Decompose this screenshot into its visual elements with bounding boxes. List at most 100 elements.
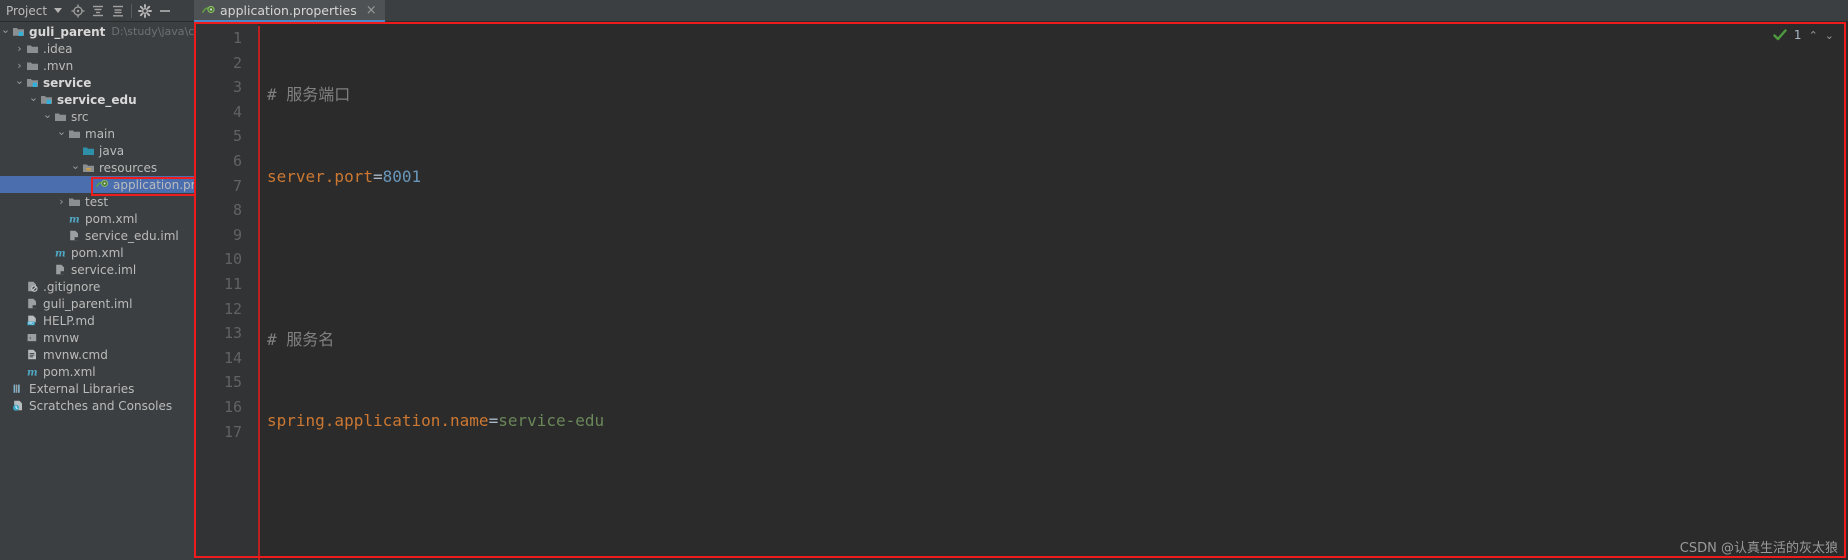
tree-row[interactable]: service.iml xyxy=(0,261,194,278)
tree-row-label: guli_parent xyxy=(29,24,106,39)
line-number: 9 xyxy=(232,225,242,244)
tree-row-label: HELP.md xyxy=(43,313,95,328)
module-icon xyxy=(11,25,26,38)
tree-row[interactable]: ⌄ main xyxy=(0,125,194,142)
tree-row[interactable]: ⌄ guli_parent D:\study\java\code\proj xyxy=(0,23,194,40)
chevron-right-icon[interactable]: › xyxy=(56,195,67,208)
chevron-up-icon[interactable]: ⌃ xyxy=(1809,29,1818,42)
chevron-down-icon[interactable] xyxy=(54,8,63,13)
expand-all-icon[interactable] xyxy=(88,1,108,21)
resources-folder-icon xyxy=(81,161,96,174)
chevron-right-icon[interactable]: › xyxy=(14,42,25,55)
tree-row-label: service.iml xyxy=(71,262,137,277)
tree-row-label: src xyxy=(71,109,89,124)
close-icon[interactable]: × xyxy=(366,4,377,17)
tree-row-selected[interactable]: application.properties xyxy=(0,176,194,193)
folder-icon xyxy=(25,59,40,72)
property-value: service-edu xyxy=(498,411,605,431)
tab-application-properties[interactable]: application.properties × xyxy=(194,0,385,22)
settings-gear-icon[interactable] xyxy=(135,1,155,21)
chevron-down-icon[interactable]: ⌄ xyxy=(1825,29,1834,42)
code-editor[interactable]: 1 2 3 4 5 6 7 8 9 10 11 12 13 14 15 16 17 # 服务端口 server.… xyxy=(194,22,1848,560)
cmd-file-icon xyxy=(25,348,40,361)
tree-row-label: .idea xyxy=(43,41,73,56)
tree-row[interactable]: ⌄ service xyxy=(0,74,194,91)
tree-row-label: pom.xml xyxy=(43,364,96,379)
project-path-hint: D:\study\java\code\proj xyxy=(111,25,194,38)
tree-row[interactable]: › test xyxy=(0,193,194,210)
tree-row[interactable]: › .mvn xyxy=(0,57,194,74)
line-number: 10 xyxy=(223,250,242,269)
property-value: 8001 xyxy=(382,166,422,186)
chevron-right-icon[interactable]: › xyxy=(14,59,25,72)
main-body: ⌄ guli_parent D:\study\java\code\proj › .ide… xyxy=(0,22,1848,560)
line-number-gutter: 1 2 3 4 5 6 7 8 9 10 11 12 13 14 15 16 17 xyxy=(194,22,258,560)
tree-row[interactable]: › .idea xyxy=(0,40,194,57)
chevron-down-icon[interactable]: ⌄ xyxy=(28,91,39,104)
tree-row[interactable]: ⌄ service_edu xyxy=(0,91,194,108)
tree-row[interactable]: service_edu.iml xyxy=(0,227,194,244)
tree-row-label: service_edu.iml xyxy=(85,228,179,243)
tree-row[interactable]: guli_parent.iml xyxy=(0,295,194,312)
tree-row-label: mvnw.cmd xyxy=(43,347,108,362)
tree-row[interactable]: ⌄ src xyxy=(0,108,194,125)
tree-row-label: .gitignore xyxy=(43,279,101,294)
line-number: 5 xyxy=(232,127,242,146)
line-number: 8 xyxy=(232,201,242,220)
project-tree[interactable]: ⌄ guli_parent D:\study\java\code\proj › .ide… xyxy=(0,22,194,560)
tree-row[interactable]: mvnw.cmd xyxy=(0,346,194,363)
tree-row-label: Scratches and Consoles xyxy=(29,398,173,413)
tree-row[interactable]: m pom.xml xyxy=(0,210,194,227)
code-area[interactable]: # 服务端口 server.port=8001 # 服务名 spring.app… xyxy=(258,22,1848,560)
caret-column-marker xyxy=(258,26,260,560)
properties-file-icon xyxy=(95,178,110,191)
chevron-down-icon[interactable]: ⌄ xyxy=(42,108,53,121)
folder-icon xyxy=(53,110,68,123)
collapse-all-icon[interactable] xyxy=(108,1,128,21)
tree-row[interactable]: m pom.xml xyxy=(0,244,194,261)
libraries-icon xyxy=(11,382,26,395)
code-line-1: # 服务端口 xyxy=(267,83,1848,108)
line-number: 16 xyxy=(223,397,242,416)
tree-row-label: resources xyxy=(99,160,158,175)
chevron-down-icon[interactable]: ⌄ xyxy=(70,159,81,172)
tree-row[interactable]: Scratches and Consoles xyxy=(0,397,194,414)
equals-sign: = xyxy=(372,166,383,186)
line-number: 6 xyxy=(232,151,242,170)
chevron-down-icon[interactable]: ⌄ xyxy=(56,125,67,138)
svg-text:m: m xyxy=(55,249,66,260)
source-folder-icon xyxy=(81,144,96,157)
equals-sign: = xyxy=(488,411,499,431)
comment-text: # 服务名 xyxy=(267,329,335,349)
folder-icon xyxy=(25,42,40,55)
tree-row[interactable]: .gitignore xyxy=(0,278,194,295)
tree-row[interactable]: ⌄ resources xyxy=(0,159,194,176)
tree-row[interactable]: m pom.xml xyxy=(0,363,194,380)
tree-row[interactable]: MD HELP.md xyxy=(0,312,194,329)
module-icon xyxy=(25,76,40,89)
tree-row[interactable]: External Libraries xyxy=(0,380,194,397)
line-number: 13 xyxy=(223,324,242,343)
chevron-down-icon[interactable]: ⌄ xyxy=(14,74,25,87)
line-number: 15 xyxy=(223,373,242,392)
svg-text:m: m xyxy=(27,368,38,379)
chevron-down-icon[interactable]: ⌄ xyxy=(0,23,11,36)
editor-tab-strip: application.properties × xyxy=(194,0,1848,22)
watermark-text: CSDN @认真生活的灰太狼 xyxy=(1679,541,1838,556)
line-number: 7 xyxy=(232,176,242,195)
maven-icon: m xyxy=(67,212,82,226)
hide-panel-icon[interactable] xyxy=(155,1,175,21)
tree-row-label: main xyxy=(85,126,115,141)
tree-row[interactable]: › mvnw xyxy=(0,329,194,346)
tree-row-label: service_edu xyxy=(57,92,137,107)
project-panel-title[interactable]: Project xyxy=(4,4,49,18)
locate-icon[interactable] xyxy=(68,1,88,21)
project-toolbar: Project xyxy=(0,0,194,22)
line-number: 3 xyxy=(232,78,242,97)
tree-row[interactable]: java xyxy=(0,142,194,159)
inspection-widget[interactable]: 1 ⌃ ⌄ xyxy=(1773,28,1834,42)
property-key: server.port xyxy=(267,166,373,186)
tab-label: application.properties xyxy=(220,2,357,18)
line-number: 4 xyxy=(232,102,242,121)
